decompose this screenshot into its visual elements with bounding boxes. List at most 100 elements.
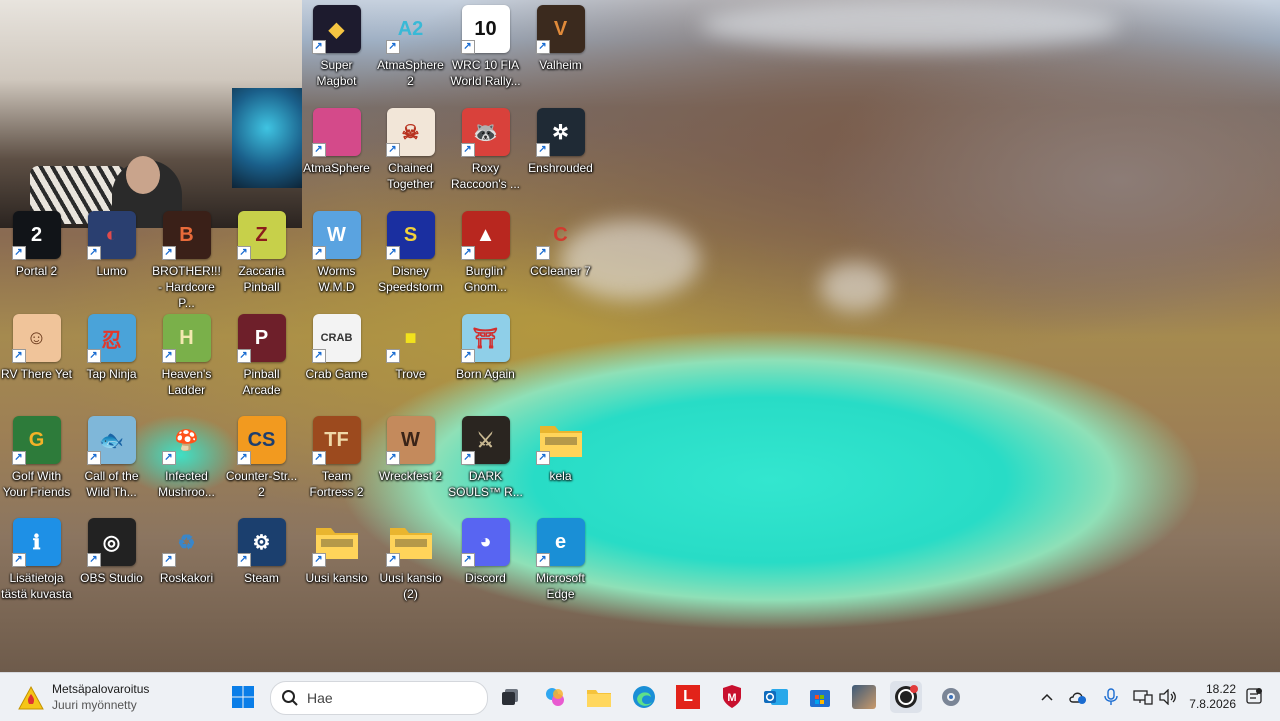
shortcut-arrow-icon: ↗ (385, 246, 400, 260)
desktop-icon-rv-there-yet[interactable]: ☺ ↗ RV There Yet (0, 314, 74, 382)
roskakori-icon: ♻ ↗ (161, 518, 211, 567)
desktop-icon-atmasphere-2[interactable]: A2 ↗ AtmaSphere 2 (373, 5, 448, 89)
desktop-icon-counter-strike-2[interactable]: CS ↗ Counter-Str... 2 (224, 416, 299, 500)
desktop-icon-label: DARK SOULS™ R... (448, 469, 523, 499)
desktop-icon-kela[interactable]: ↗ kela (523, 416, 598, 484)
obs-taskbar-icon[interactable] (890, 681, 922, 713)
desktop-icon-lisatietoja[interactable]: ℹ ↗ Lisätietoja tästä kuvasta (0, 518, 74, 602)
system-clock[interactable]: 18.22 7.8.2026 (1188, 682, 1236, 712)
shortcut-arrow-icon: ↗ (311, 246, 326, 260)
desktop-icon-brother[interactable]: B ↗ BROTHER!!! - Hardcore P... (149, 211, 224, 311)
rv-there-yet-icon: ☺ ↗ (11, 314, 61, 363)
desktop-icon-lumo[interactable]: ◐ ↗ Lumo (74, 211, 149, 279)
shortcut-arrow-icon: ↗ (236, 246, 251, 260)
desktop-icon-valheim[interactable]: V ↗ Valheim (523, 5, 598, 73)
desktop-icon-super-magbot[interactable]: ◆ ↗ Super Magbot (299, 5, 374, 89)
outlook-icon[interactable] (760, 681, 792, 713)
taskbar-search[interactable]: Hae (270, 681, 488, 715)
onedrive-icon[interactable] (1068, 687, 1088, 707)
store-icon[interactable] (804, 681, 836, 713)
desktop-icon-portal-2[interactable]: 2 ↗ Portal 2 (0, 211, 74, 279)
born-again-icon: ⛩ ↗ (460, 314, 510, 363)
desktop-icon-zaccaria-pinball[interactable]: Z ↗ Zaccaria Pinball (224, 211, 299, 295)
desktop-icon-label: Super Magbot (316, 58, 357, 88)
chevron-up-icon[interactable] (1037, 687, 1057, 707)
settings-icon[interactable] (935, 681, 967, 713)
desktop-icon-roxy-raccoon[interactable]: 🦝 ↗ Roxy Raccoon's ... (448, 108, 523, 192)
desktop-icon-trove[interactable]: ■ ↗ Trove (373, 314, 448, 382)
edge-icon[interactable] (628, 681, 660, 713)
desktop-icon-born-again[interactable]: ⛩ ↗ Born Again (448, 314, 523, 382)
shortcut-arrow-icon: ↗ (86, 553, 101, 567)
desktop-icon-label: Heaven's Ladder (161, 367, 212, 397)
shortcut-arrow-icon: ↗ (460, 40, 475, 54)
desktop-icon-atmasphere[interactable]: ↗ AtmaSphere (299, 108, 374, 176)
shortcut-arrow-icon: ↗ (460, 246, 475, 260)
desktop-icon-dark-souls[interactable]: ⚔ ↗ DARK SOULS™ R... (448, 416, 523, 500)
clock-date: 7.8.2026 (1189, 697, 1236, 711)
shortcut-arrow-icon: ↗ (535, 451, 550, 465)
super-magbot-icon: ◆ ↗ (311, 5, 361, 54)
desktop-icon-label: Uusi kansio (305, 571, 368, 585)
steam-cloud (820, 262, 890, 312)
file-explorer-icon[interactable] (583, 681, 615, 713)
desktop-icon-uusi-kansio-2[interactable]: ↗ Uusi kansio (2) (373, 518, 448, 602)
desktop-icon-worms[interactable]: W ↗ Worms W.M.D (299, 211, 374, 295)
steam-icon: ⚙ ↗ (236, 518, 286, 567)
call-of-the-wild-icon: 🐟 ↗ (86, 416, 136, 465)
microphone-icon[interactable] (1101, 687, 1121, 707)
desktop-icon-discord[interactable]: ◕ ↗ Discord (448, 518, 523, 586)
desktop-icon-label: OBS Studio (80, 571, 143, 585)
desktop-icon-label: Zaccaria Pinball (238, 264, 285, 294)
desktop-icon-steam[interactable]: ⚙ ↗ Steam (224, 518, 299, 586)
desktop-icon-disney-speedstorm[interactable]: S ↗ Disney Speedstorm (373, 211, 448, 295)
desktop-icon-label: Uusi kansio (2) (379, 571, 442, 601)
start-button[interactable] (227, 681, 259, 713)
golf-with-friends-icon: G ↗ (11, 416, 61, 465)
desktop-icon-roskakori[interactable]: ♻ ↗ Roskakori (149, 518, 224, 586)
shortcut-arrow-icon: ↗ (460, 143, 475, 157)
desktop-icon-label: AtmaSphere (303, 161, 370, 175)
desktop-icon-enshrouded[interactable]: ✲ ↗ Enshrouded (523, 108, 598, 176)
desktop-icon-obs-studio[interactable]: ◎ ↗ OBS Studio (74, 518, 149, 586)
desktop-icon-ccleaner[interactable]: C ↗ CCleaner 7 (523, 211, 598, 279)
shortcut-arrow-icon: ↗ (385, 349, 400, 363)
desktop-icon-label: Team Fortress 2 (309, 469, 364, 499)
shortcut-arrow-icon: ↗ (385, 451, 400, 465)
task-view-icon[interactable] (494, 681, 526, 713)
shortcut-arrow-icon: ↗ (11, 451, 26, 465)
desktop-icon-wrc-10[interactable]: 10 ↗ WRC 10 FIA World Rally... (448, 5, 523, 89)
shortcut-arrow-icon: ↗ (535, 246, 550, 260)
desktop-icon-crab-game[interactable]: CRAB ↗ Crab Game (299, 314, 374, 382)
copilot-icon[interactable] (539, 681, 571, 713)
network-icon[interactable] (1133, 687, 1153, 707)
game-app-icon[interactable] (848, 681, 880, 713)
desktop-icon-heavens-ladder[interactable]: H ↗ Heaven's Ladder (149, 314, 224, 398)
desktop-icon-pinball-arcade[interactable]: P ↗ Pinball Arcade (224, 314, 299, 398)
shortcut-arrow-icon: ↗ (311, 349, 326, 363)
mcafee-icon[interactable]: M (716, 681, 748, 713)
desktop-icon-uusi-kansio[interactable]: ↗ Uusi kansio (299, 518, 374, 586)
shortcut-arrow-icon: ↗ (460, 451, 475, 465)
notification-center-icon[interactable] (1244, 687, 1264, 707)
desktop-icon-tap-ninja[interactable]: 忍 ↗ Tap Ninja (74, 314, 149, 382)
volume-icon[interactable] (1158, 687, 1178, 707)
shortcut-arrow-icon: ↗ (460, 349, 475, 363)
desktop-icon-infected-mushroom[interactable]: 🍄 ↗ Infected Mushroo... (149, 416, 224, 500)
chained-together-icon: ☠ ↗ (385, 108, 435, 157)
search-placeholder: Hae (307, 690, 333, 706)
weather-notification[interactable]: Metsäpalovaroitus Juuri myönnetty (18, 681, 149, 713)
desktop-icon-golf-with-friends[interactable]: G ↗ Golf With Your Friends (0, 416, 74, 500)
desktop-icon-team-fortress-2[interactable]: TF ↗ Team Fortress 2 (299, 416, 374, 500)
desktop-icon-microsoft-edge[interactable]: e ↗ Microsoft Edge (523, 518, 598, 602)
desktop-icon-chained-together[interactable]: ☠ ↗ Chained Together (373, 108, 448, 192)
desktop-icon-wreckfest-2[interactable]: W ↗ Wreckfest 2 (373, 416, 448, 484)
webcam-poster (232, 88, 302, 188)
lumo-icon: ◐ ↗ (86, 211, 136, 260)
wreckfest-2-icon: W ↗ (385, 416, 435, 465)
desktop-icon-label: Roxy Raccoon's ... (451, 161, 520, 191)
desktop-icon-burglin-gnomes[interactable]: ▲ ↗ Burglin' Gnom... (448, 211, 523, 295)
warning-icon (18, 685, 44, 711)
lenovo-l-icon[interactable]: L (672, 681, 704, 713)
desktop-icon-call-of-the-wild[interactable]: 🐟 ↗ Call of the Wild Th... (74, 416, 149, 500)
